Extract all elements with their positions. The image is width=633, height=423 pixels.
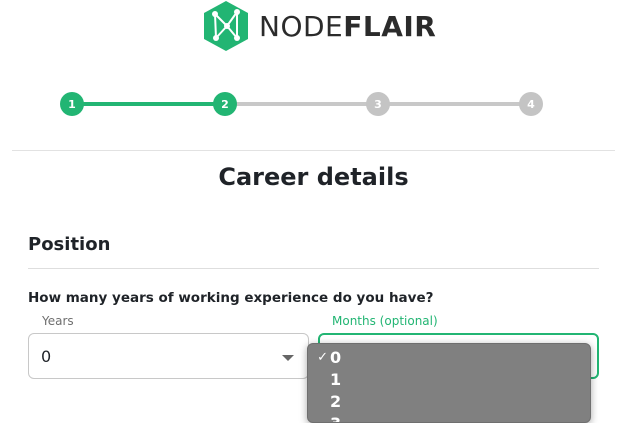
logo-word-node: NODE: [259, 10, 343, 43]
page-title: Career details: [0, 163, 627, 191]
years-select[interactable]: 0: [28, 333, 309, 379]
nodeflair-logo[interactable]: NODEFLAIR: [203, 0, 436, 52]
dropdown-option[interactable]: 2: [308, 390, 590, 412]
step-4[interactable]: 4: [519, 92, 543, 116]
chevron-down-icon: [282, 355, 294, 361]
experience-question: How many years of working experience do …: [28, 290, 433, 306]
header-divider: [12, 150, 615, 151]
dropdown-option-label: 2: [330, 392, 341, 411]
dropdown-option[interactable]: ✓ 0: [308, 346, 590, 368]
years-label: Years: [42, 314, 74, 328]
months-dropdown-menu[interactable]: ✓ 0 1 2 3: [307, 343, 591, 423]
dropdown-option-label: 1: [330, 370, 341, 389]
dropdown-option-label: 3: [330, 414, 341, 423]
step-2[interactable]: 2: [213, 92, 237, 116]
stepper-track-complete: [72, 102, 225, 106]
logo-word-flair: FLAIR: [343, 10, 436, 43]
step-3[interactable]: 3: [366, 92, 390, 116]
progress-stepper: 1 2 3 4: [60, 92, 544, 118]
section-divider: [28, 268, 599, 269]
months-label: Months (optional): [332, 314, 438, 328]
logo-hexagon-icon: [203, 0, 249, 52]
checkmark-icon: ✓: [308, 350, 328, 365]
logo-wordmark: NODEFLAIR: [259, 10, 436, 43]
dropdown-option[interactable]: 3: [308, 412, 590, 423]
years-select-value: 0: [41, 347, 51, 366]
section-title: Position: [28, 234, 110, 255]
dropdown-option-label: 0: [330, 348, 341, 367]
dropdown-option[interactable]: 1: [308, 368, 590, 390]
step-1[interactable]: 1: [60, 92, 84, 116]
